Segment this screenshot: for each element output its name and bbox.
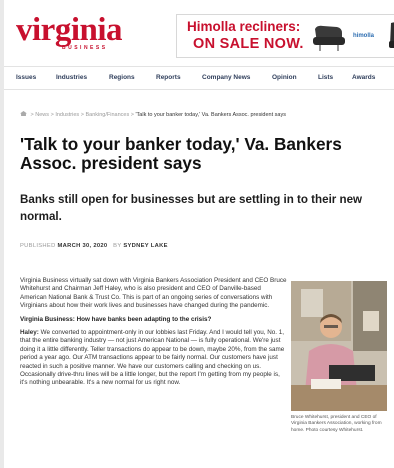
interview-answer: Haley: We converted to appointment-only … xyxy=(20,329,288,388)
breadcrumb-separator: > xyxy=(50,112,54,118)
ad-banner[interactable]: Himolla recliners: ON SALE NOW. himolla xyxy=(176,14,394,58)
nav-item-industries[interactable]: Industries xyxy=(56,74,87,81)
nav-item-opinion[interactable]: Opinion xyxy=(272,74,297,81)
main-nav: Issues Industries Regions Reports Compan… xyxy=(4,66,394,90)
nav-item-lists[interactable]: Lists xyxy=(318,74,333,81)
article-body: Virginia Business virtually sat down wit… xyxy=(20,277,288,393)
article-title: 'Talk to your banker today,' Va. Bankers… xyxy=(20,134,342,173)
answer-text: We converted to appointment-only in our … xyxy=(20,329,285,387)
home-icon[interactable] xyxy=(20,111,27,116)
breadcrumb-item-news[interactable]: News xyxy=(35,112,49,118)
by-label: BY xyxy=(113,243,122,249)
author-name[interactable]: SYDNEY LAKE xyxy=(123,243,167,249)
nav-item-awards[interactable]: Awards xyxy=(352,74,375,81)
site-header: virginia BUSINESS Himolla recliners: ON … xyxy=(8,6,394,62)
breadcrumb-item-industries[interactable]: Industries xyxy=(55,112,79,118)
article-byline: PUBLISHED MARCH 30, 2020 BY SYDNEY LAKE xyxy=(20,243,168,249)
published-date: MARCH 30, 2020 xyxy=(57,243,108,249)
nav-item-issues[interactable]: Issues xyxy=(16,74,36,81)
published-label: PUBLISHED xyxy=(20,243,56,249)
ad-cta: ON SALE NOW. xyxy=(193,36,304,52)
photo-caption: Bruce Whitehurst, president and CEO of V… xyxy=(291,415,382,433)
article-subtitle: Banks still open for businesses but are … xyxy=(20,193,363,223)
interview-question: Virginia Business: How have banks been a… xyxy=(20,315,212,323)
breadcrumb: > News > Industries > Banking/Finances >… xyxy=(20,111,286,118)
article-intro: Virginia Business virtually sat down wit… xyxy=(20,277,287,310)
breadcrumb-item-banking[interactable]: Banking/Finances xyxy=(85,112,129,118)
answer-speaker: Haley: xyxy=(20,329,39,337)
breadcrumb-separator: > xyxy=(30,112,34,118)
nav-item-regions[interactable]: Regions xyxy=(109,74,135,81)
breadcrumb-separator: > xyxy=(130,112,134,118)
site-logo[interactable]: virginia BUSINESS xyxy=(16,12,123,52)
recliner-chair-image-2 xyxy=(389,22,394,48)
breadcrumb-separator: > xyxy=(80,112,84,118)
ad-brand-logo: himolla xyxy=(353,33,375,39)
nav-item-company-news[interactable]: Company News xyxy=(202,74,250,81)
logo-wordmark: virginia xyxy=(16,12,123,48)
breadcrumb-current: 'Talk to your banker today,' Va. Bankers… xyxy=(135,112,286,118)
ad-headline: Himolla recliners: xyxy=(187,19,301,34)
recliner-chair-image xyxy=(313,25,345,51)
nav-item-reports[interactable]: Reports xyxy=(156,74,181,81)
article-photo[interactable] xyxy=(291,281,387,411)
